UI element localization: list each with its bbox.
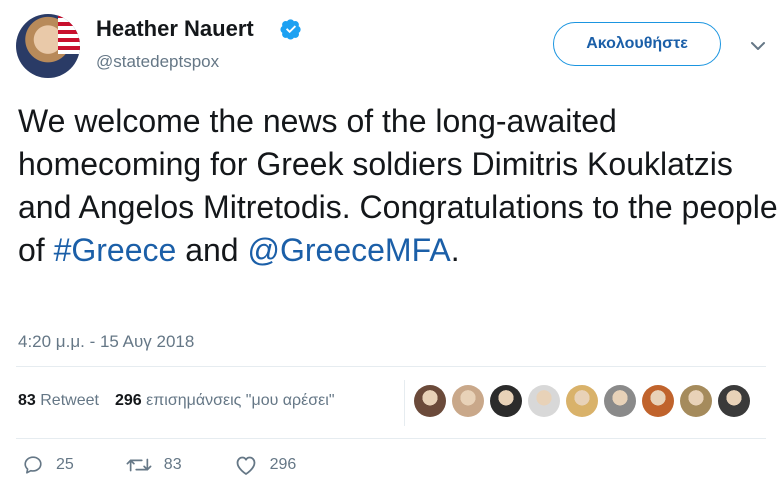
divider xyxy=(16,366,766,367)
author-name[interactable]: Heather Nauert xyxy=(96,16,254,42)
follow-button[interactable]: Ακολουθήστε xyxy=(553,22,721,66)
likes-stat[interactable]: 296 επισημάνσεις "μου αρέσει" xyxy=(115,392,335,410)
tweet-timestamp[interactable]: 4:20 μ.μ. - 15 Αυγ 2018 xyxy=(18,332,194,352)
verified-badge-icon xyxy=(280,19,301,40)
liker-avatar[interactable] xyxy=(718,385,750,417)
liker-avatar[interactable] xyxy=(490,385,522,417)
likers-avatars xyxy=(414,385,750,417)
retweet-count: 83 xyxy=(18,392,36,409)
liker-avatar[interactable] xyxy=(642,385,674,417)
avatar[interactable] xyxy=(16,14,80,78)
reply-action[interactable]: 25 xyxy=(22,454,74,476)
reply-count: 25 xyxy=(56,456,74,473)
retweet-action-count: 83 xyxy=(163,456,182,473)
like-action-count: 296 xyxy=(269,456,297,473)
divider xyxy=(16,438,766,439)
reply-icon xyxy=(24,456,42,474)
tweet-text-part: and xyxy=(176,232,248,268)
liker-avatar[interactable] xyxy=(566,385,598,417)
stats-separator xyxy=(404,380,405,426)
likes-label: επισημάνσεις "μου αρέσει" xyxy=(146,392,335,409)
heart-icon xyxy=(236,456,255,475)
tweet-card: Heather Nauert @statedeptspox Ακολουθήστ… xyxy=(0,0,780,483)
retweet-icon xyxy=(126,458,152,472)
retweet-label: Retweet xyxy=(40,392,99,409)
tweet-text-part: . xyxy=(450,232,460,268)
retweet-stat[interactable]: 83 Retweet xyxy=(18,392,99,410)
hashtag-link[interactable]: #Greece xyxy=(54,232,177,268)
retweet-action[interactable]: 83 xyxy=(126,454,182,476)
tweet-text: We welcome the news of the long-awaited … xyxy=(18,100,778,272)
liker-avatar[interactable] xyxy=(604,385,636,417)
liker-avatar[interactable] xyxy=(452,385,484,417)
liker-avatar[interactable] xyxy=(528,385,560,417)
chevron-down-icon[interactable] xyxy=(748,36,768,56)
like-action[interactable]: 296 xyxy=(234,454,297,476)
flag-decoration xyxy=(58,14,80,54)
tweet-actions: 25 83 296 xyxy=(22,454,348,476)
tweet-stats: 83 Retweet 296 επισημάνσεις "μου αρέσει" xyxy=(18,392,335,410)
liker-avatar[interactable] xyxy=(414,385,446,417)
liker-avatar[interactable] xyxy=(680,385,712,417)
mention-link[interactable]: @GreeceMFA xyxy=(247,232,450,268)
author-handle[interactable]: @statedeptspox xyxy=(96,52,219,72)
likes-count: 296 xyxy=(114,392,142,409)
